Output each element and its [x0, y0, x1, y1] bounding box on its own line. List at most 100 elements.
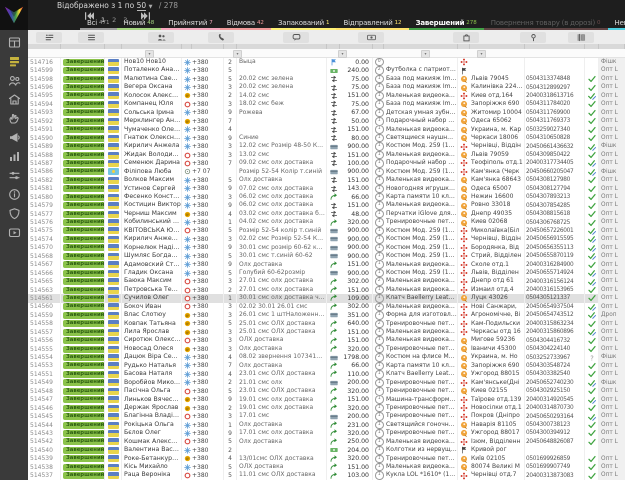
order-row[interactable]: 514593ЗавершенийСольська Ірина+3809Рожев… — [28, 109, 625, 117]
order-row[interactable]: 514589ЗавершенийКирилич Анжела+380312.02… — [28, 142, 625, 150]
column-header-banknote[interactable] — [358, 32, 384, 43]
order-row[interactable]: 514587ЗавершенийСеменюк Дарина+380709.02… — [28, 159, 625, 167]
order-row[interactable]: 514539ЗавершенийРоке-Бетанкурт Лін+38041… — [28, 455, 625, 463]
order-row[interactable]: 514561ЗавершенийСучилов Олег+380130.01 с… — [28, 294, 625, 302]
sidebar-item-dashboard[interactable] — [0, 33, 28, 52]
order-row[interactable]: 514599ЗавершенийПоталенко Анастас+380524… — [28, 66, 625, 74]
order-row[interactable]: 514575ЗавершенийКВІТОВСЬКА ЮЛІЯ+3805Розм… — [28, 227, 625, 235]
order-row[interactable]: 514542ЗавершенийКошмак Александр+3805Олх… — [28, 438, 625, 446]
messages-count: 7 — [224, 362, 237, 370]
order-row[interactable]: 514537ЗавершенийРаца Вероніка+380511.01 … — [28, 471, 625, 479]
phone-number: +380 — [192, 117, 224, 125]
order-row[interactable]: 514555ЗавершенийНовосад Олеся+3803Олх до… — [28, 345, 625, 353]
filter-dropdown-3[interactable]: ▾ — [338, 50, 347, 58]
sidebar-item-shield[interactable] — [0, 204, 28, 223]
column-header-chat[interactable] — [283, 32, 309, 43]
order-row[interactable]: 514553ЗавершенийРудько Наталья+3807Олх д… — [28, 362, 625, 370]
status-tab-2[interactable]: Новий48 — [117, 19, 162, 30]
order-row[interactable]: 514591ЗавершенийЧумаченко Олена+3804151.… — [28, 126, 625, 134]
order-row[interactable]: 514592ЗавершенийМерклингер Андрей+380750… — [28, 117, 625, 125]
order-row[interactable]: 514547ЗавершенийЛиньков Вячеслав+380919.… — [28, 396, 625, 404]
order-row[interactable]: 514560ЗавершенийБокоч Иван+380302.02 30.… — [28, 303, 625, 311]
column-header-users[interactable] — [148, 32, 174, 43]
order-row[interactable]: 514590ЗавершенийГнатюк Олексндр+3809Сини… — [28, 134, 625, 142]
order-row[interactable]: 514540ЗавершенийВалентина Василье+380220… — [28, 446, 625, 454]
order-row[interactable]: 514558ЗавершенийКовпак Татьяна+380525.01… — [28, 320, 625, 328]
filter-dropdown-2[interactable]: ▾ — [233, 50, 242, 58]
sidebar-item-stats[interactable] — [0, 147, 28, 166]
order-row[interactable]: 514581ЗавершенийУстинов Сергей+380907.02… — [28, 185, 625, 193]
check-edited-icon — [588, 168, 596, 176]
filter-dropdown-1[interactable]: ▾ — [145, 50, 154, 58]
payment-type — [327, 185, 340, 193]
column-header-phone[interactable] — [208, 32, 234, 43]
order-row[interactable]: 514577ЗавершенийЧерниш Максим+380403.02 … — [28, 210, 625, 218]
status-tab-5[interactable]: Запакований1 — [271, 19, 337, 30]
sidebar-item-clients[interactable] — [0, 71, 28, 90]
order-row[interactable]: 514549ЗавершенийВоробйов Микола+380221.0… — [28, 379, 625, 387]
order-row[interactable]: 514559ЗавершенийВлас Слотюу+380326.01 см… — [28, 311, 625, 319]
order-total: 351.00 — [340, 311, 373, 319]
column-header-list[interactable] — [78, 32, 104, 43]
customer-name: Корнелюк Надія Та — [122, 244, 182, 252]
status-tab-4[interactable]: Відмова42 — [220, 19, 271, 30]
order-row[interactable]: 514598ЗавершенийМалютина Светлана+380520… — [28, 75, 625, 83]
sidebar-item-store[interactable] — [0, 90, 28, 109]
status-tab-3[interactable]: Прийнятий7 — [161, 19, 219, 30]
column-header-barcode[interactable] — [568, 32, 594, 43]
order-row[interactable]: 514556ЗавершенийСиротюк Олександр+3803ОЛ… — [28, 336, 625, 344]
comment-cell: 17.01 смс олх доставка — [237, 429, 327, 437]
order-row[interactable]: 514579ЗавершенийКостицин Виктор+380906.0… — [28, 201, 625, 209]
status-tab-1[interactable]: Всі471 — [80, 19, 117, 30]
order-row[interactable]: 514563ЗавершенийПетровська Тетяна+380227… — [28, 286, 625, 294]
order-row[interactable]: 514543ЗавершенийБєлов Олег+380917.01 смс… — [28, 429, 625, 437]
page-size-dropdown[interactable]: 50 — [137, 1, 147, 11]
order-row[interactable]: 514568ЗавершенийШумляс Богдана Ан+380530… — [28, 252, 625, 260]
order-row[interactable]: 514565ЗавершенийБаюка Максим+380327.01 с… — [28, 277, 625, 285]
order-row[interactable]: 514594ЗавершенийКомпанец Юля+380318.02 с… — [28, 100, 625, 108]
order-row[interactable]: 514716ЗавершенийНов10 Нов10+3802Выца0.00… — [28, 58, 625, 66]
column-header-bag[interactable] — [453, 32, 479, 43]
order-row[interactable]: 514574ЗавершенийКирилич Анжела On+380302… — [28, 235, 625, 243]
order-row[interactable]: 514545ЗавершенийБлагінна Владіслава+3803… — [28, 412, 625, 420]
order-row[interactable]: 514551ЗавершенийБасова Наталя+380423.01 … — [28, 370, 625, 378]
sidebar-item-sliders[interactable] — [0, 166, 28, 185]
column-header-pin[interactable] — [520, 32, 546, 43]
sidebar-item-video[interactable] — [0, 223, 28, 242]
order-row[interactable]: 514548ЗавершенийПасічна Ольга+380523.01 … — [28, 387, 625, 395]
order-row[interactable]: 514595ЗавершенийКолосок Александр+380214… — [28, 92, 625, 100]
status-tab-9[interactable]: Нема в наявності1 — [608, 19, 625, 30]
sidebar-item-hand[interactable] — [0, 109, 28, 128]
ukraine-flag-icon — [108, 295, 119, 302]
phone-number: +380 — [192, 151, 224, 159]
delivery-city: Калинівка 22400 — [470, 83, 525, 91]
order-row[interactable]: 514586ЗавершенийФіліпова Люба+7 07Розмір… — [28, 168, 625, 176]
filter-dropdown-4[interactable]: ▾ — [421, 50, 430, 58]
payment-type — [327, 303, 340, 311]
order-row[interactable]: 514554ЗавершенийДацюк Віра Сергіївна+380… — [28, 353, 625, 361]
order-row[interactable]: 514544ЗавершенийРокіцька Ольга+3801Олх д… — [28, 421, 625, 429]
order-row[interactable]: 514567ЗавершенийАдамовский Станис+3809Ол… — [28, 261, 625, 269]
sidebar-item-orders[interactable] — [0, 52, 28, 71]
order-row[interactable]: 514557ЗавершенийЛила Ярослав+380325.01 с… — [28, 328, 625, 336]
payment-type — [327, 421, 340, 429]
sidebar-item-megaphone[interactable] — [0, 128, 28, 147]
order-row[interactable]: 514580ЗавершенийФесенко Константин+38030… — [28, 193, 625, 201]
filter-dropdown-5[interactable]: ▾ — [477, 50, 486, 58]
order-row[interactable]: 514596ЗавершенийВегера Оксана+380320.02 … — [28, 83, 625, 91]
order-row[interactable]: 514576ЗавершенийКобилинський Юрий+380104… — [28, 218, 625, 226]
order-row[interactable]: 514588ЗавершенийЖидак Володимир+380313.0… — [28, 151, 625, 159]
phone-number: +380 — [192, 159, 224, 167]
status-tab-6[interactable]: Відправлений12 — [336, 19, 408, 30]
phone-number: +380 — [192, 252, 224, 260]
order-row[interactable]: 514566ЗавершенийГладик Оксана+3805Голуби… — [28, 269, 625, 277]
status-tab-8[interactable]: Повернення товару (в дорозі)0 — [484, 19, 608, 30]
order-row[interactable]: 514570ЗавершенийКорнелюк Надія Та+380930… — [28, 244, 625, 252]
order-row[interactable]: 514582ЗавершенийВолков Максим+3805Олх до… — [28, 176, 625, 184]
column-header-clipboard[interactable] — [36, 32, 62, 43]
status-tab-7[interactable]: Завершений278 — [409, 19, 484, 30]
order-id-cell: 514595 — [28, 92, 61, 100]
sidebar-item-info[interactable] — [0, 185, 28, 204]
order-row[interactable]: 514546ЗавершенийДержак Ярослав+380219.01… — [28, 404, 625, 412]
order-row[interactable]: 514538ЗавершенийКісь Михайло+3805ОЛХ дос… — [28, 463, 625, 471]
